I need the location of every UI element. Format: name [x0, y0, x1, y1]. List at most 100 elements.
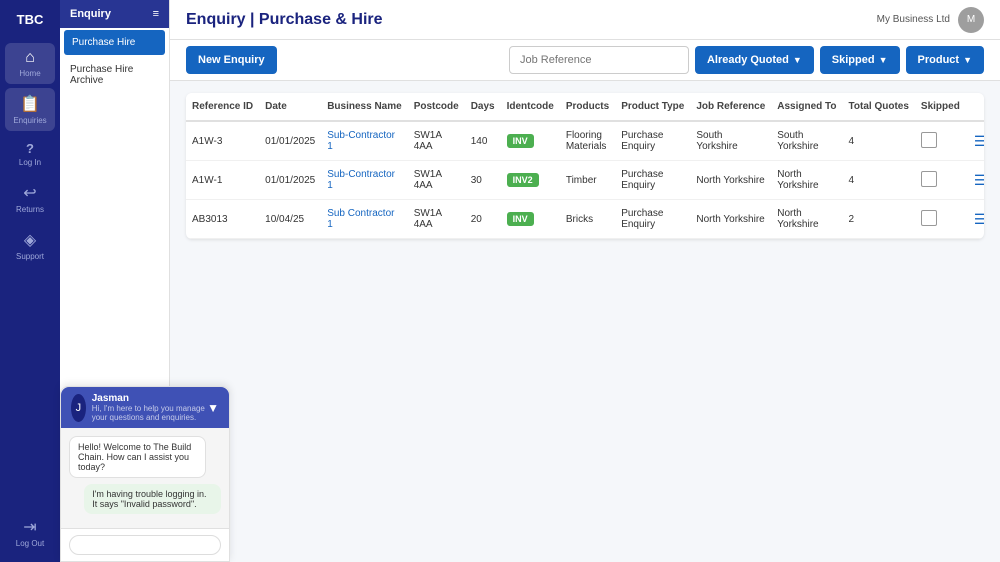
table-body: A1W-3 01/01/2025 Sub-Contractor 1 SW1A 4…	[186, 121, 984, 239]
cell-assigned-to: North Yorkshire	[771, 161, 842, 200]
cell-postcode: SW1A 4AA	[408, 200, 465, 239]
cell-business-name: Sub Contractor 1	[321, 200, 407, 239]
sidebar-item-logout[interactable]: ⇥ Log Out	[5, 511, 55, 554]
enquiry-table: Reference ID Date Business Name Postcode…	[186, 93, 984, 239]
chat-close-icon[interactable]: ▼	[207, 401, 219, 415]
cell-postcode: SW1A 4AA	[408, 121, 465, 161]
col-identcode: Identcode	[501, 93, 560, 121]
business-link[interactable]: Sub Contractor 1	[327, 208, 394, 230]
cell-products: Timber	[560, 161, 615, 200]
cell-ref-id: A1W-1	[186, 161, 259, 200]
col-postcode: Postcode	[408, 93, 465, 121]
sidebar-item-returns[interactable]: ↩ Returns	[5, 177, 55, 220]
sidebar-label-login: Log In	[19, 158, 41, 167]
sidebar-item-support[interactable]: ◈ Support	[5, 224, 55, 267]
cell-days: 30	[465, 161, 501, 200]
cell-skipped	[915, 161, 966, 200]
cell-date: 01/01/2025	[259, 161, 321, 200]
inv-badge: INV	[507, 212, 534, 226]
logout-icon: ⇥	[23, 517, 36, 537]
skipped-checkbox[interactable]	[921, 210, 937, 226]
content-area: Reference ID Date Business Name Postcode…	[170, 81, 1000, 562]
cell-date: 01/01/2025	[259, 121, 321, 161]
cell-action-list: ☰	[966, 161, 984, 200]
skipped-checkbox[interactable]	[921, 132, 937, 148]
col-job-reference: Job Reference	[690, 93, 771, 121]
skipped-checkbox[interactable]	[921, 171, 937, 187]
cell-skipped	[915, 200, 966, 239]
already-quoted-button[interactable]: Already Quoted ▼	[695, 46, 814, 74]
cell-job-reference: North Yorkshire	[690, 200, 771, 239]
app-logo: TBC	[13, 8, 48, 31]
cell-ref-id: A1W-3	[186, 121, 259, 161]
cell-identcode: INV2	[501, 161, 560, 200]
filter-left: New Enquiry	[186, 46, 277, 74]
sidebar-item-enquiries[interactable]: 📋 Enquiries	[5, 88, 55, 131]
menu-item-purchase-hire-archive[interactable]: Purchase Hire Archive	[60, 57, 169, 93]
new-enquiry-button[interactable]: New Enquiry	[186, 46, 277, 74]
cell-days: 20	[465, 200, 501, 239]
chat-message-2: I'm having trouble logging in. It says "…	[69, 484, 221, 514]
chat-msg-left: Hello! Welcome to The Build Chain. How c…	[69, 436, 206, 478]
cell-postcode: SW1A 4AA	[408, 161, 465, 200]
chat-message-1: Hello! Welcome to The Build Chain. How c…	[69, 436, 221, 478]
chat-messages: Hello! Welcome to The Build Chain. How c…	[61, 428, 229, 528]
filter-bar: New Enquiry Already Quoted ▼ Skipped ▼ P…	[170, 40, 1000, 81]
company-name: My Business Ltd	[877, 14, 950, 25]
chevron-down-icon: ▼	[793, 55, 802, 65]
sidebar: TBC ⌂ Home 📋 Enquiries ? Log In ↩ Return…	[0, 0, 60, 562]
chat-user-sub: Hi, I'm here to help you manage your que…	[92, 404, 207, 422]
list-icon[interactable]: ☰	[974, 133, 984, 150]
table-header: Reference ID Date Business Name Postcode…	[186, 93, 984, 121]
col-product-type: Product Type	[615, 93, 690, 121]
list-icon[interactable]: ☰	[974, 172, 984, 189]
col-date: Date	[259, 93, 321, 121]
col-actions-1	[966, 93, 984, 121]
col-business-name: Business Name	[321, 93, 407, 121]
filter-right: Already Quoted ▼ Skipped ▼ Product ▼	[509, 46, 984, 74]
sidebar-item-home[interactable]: ⌂ Home	[5, 43, 55, 84]
left-panel-menu-icon[interactable]: ≡	[153, 8, 159, 20]
list-icon[interactable]: ☰	[974, 211, 984, 228]
job-reference-input[interactable]	[509, 46, 689, 74]
cell-product-type: Purchase Enquiry	[615, 200, 690, 239]
chevron-down-icon-3: ▼	[963, 55, 972, 65]
inv-badge: INV	[507, 134, 534, 148]
chat-panel: J Jasman Hi, I'm here to help you manage…	[60, 386, 230, 562]
col-products: Products	[560, 93, 615, 121]
cell-date: 10/04/25	[259, 200, 321, 239]
table-row: AB3013 10/04/25 Sub Contractor 1 SW1A 4A…	[186, 200, 984, 239]
cell-job-reference: South Yorkshire	[690, 121, 771, 161]
page-title: Enquiry | Purchase & Hire	[186, 11, 383, 29]
cell-business-name: Sub-Contractor 1	[321, 121, 407, 161]
col-total-quotes: Total Quotes	[843, 93, 915, 121]
sidebar-item-login[interactable]: ? Log In	[5, 135, 55, 173]
chat-avatar: J	[71, 394, 86, 422]
cell-job-reference: North Yorkshire	[690, 161, 771, 200]
avatar[interactable]: M	[958, 7, 984, 33]
menu-item-purchase-hire[interactable]: Purchase Hire	[64, 30, 165, 55]
skipped-button[interactable]: Skipped ▼	[820, 46, 900, 74]
cell-product-type: Purchase Enquiry	[615, 161, 690, 200]
sidebar-label-returns: Returns	[16, 205, 44, 214]
sidebar-label-support: Support	[16, 252, 44, 261]
chat-input[interactable]	[69, 535, 221, 555]
chat-header: J Jasman Hi, I'm here to help you manage…	[61, 387, 229, 428]
enquiries-icon: 📋	[20, 94, 40, 114]
cell-identcode: INV	[501, 200, 560, 239]
col-assigned-to: Assigned To	[771, 93, 842, 121]
cell-ref-id: AB3013	[186, 200, 259, 239]
cell-action-list: ☰	[966, 200, 984, 239]
cell-product-type: Purchase Enquiry	[615, 121, 690, 161]
cell-total-quotes: 4	[843, 161, 915, 200]
inv-badge: INV2	[507, 173, 539, 187]
product-button[interactable]: Product ▼	[906, 46, 984, 74]
business-link[interactable]: Sub-Contractor 1	[327, 130, 395, 152]
col-days: Days	[465, 93, 501, 121]
sidebar-label-logout: Log Out	[16, 539, 44, 548]
cell-assigned-to: South Yorkshire	[771, 121, 842, 161]
sidebar-label-home: Home	[19, 69, 40, 78]
left-panel-header: Enquiry ≡	[60, 0, 169, 28]
cell-products: Bricks	[560, 200, 615, 239]
business-link[interactable]: Sub-Contractor 1	[327, 169, 395, 191]
